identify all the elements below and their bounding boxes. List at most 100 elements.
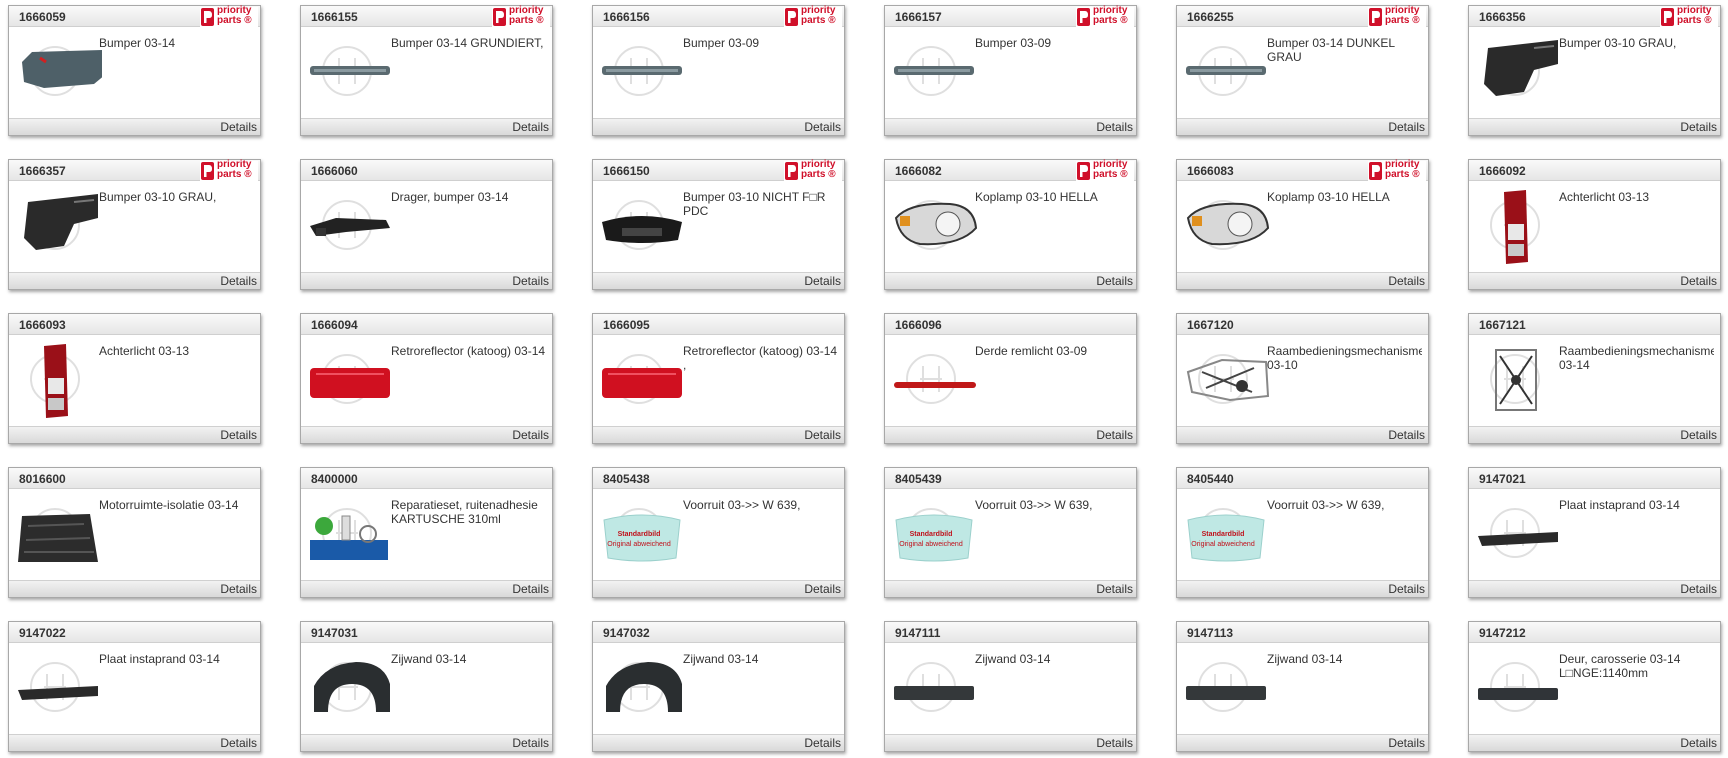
article-number[interactable]: 1666096 — [895, 318, 942, 332]
details-link[interactable]: Details — [1096, 120, 1133, 134]
details-link[interactable]: Details — [220, 274, 257, 288]
article-number[interactable]: 9147212 — [1479, 626, 1526, 640]
article-number[interactable]: 1666255 — [1187, 10, 1234, 24]
product-card[interactable]: 1666150 priority parts ® Bumper 03-10 NICH… — [592, 159, 845, 290]
product-image[interactable] — [598, 188, 682, 262]
product-image[interactable] — [890, 650, 974, 724]
product-card[interactable]: 1666093 Achterlicht 03-13 Details — [8, 313, 261, 444]
details-link[interactable]: Details — [512, 428, 549, 442]
article-number[interactable]: 1666356 — [1479, 10, 1526, 24]
product-image[interactable] — [1182, 34, 1266, 108]
article-number[interactable]: 1666060 — [311, 164, 358, 178]
product-card[interactable]: 9147111 Zijwand 03-14 Details — [884, 621, 1137, 752]
product-image[interactable]: Standardbild Original abweichend — [1182, 496, 1265, 570]
product-card[interactable]: 9147031 Zijwand 03-14 Details — [300, 621, 553, 752]
product-image[interactable] — [1182, 342, 1270, 416]
article-number[interactable]: 1666156 — [603, 10, 650, 24]
article-number[interactable]: 9147031 — [311, 626, 358, 640]
product-image[interactable] — [1474, 34, 1558, 108]
product-image[interactable] — [1182, 650, 1266, 724]
product-image[interactable] — [598, 342, 682, 416]
product-card[interactable]: 1667121 Raambedieningsmechanisme 03-14 Det… — [1468, 313, 1721, 444]
details-link[interactable]: Details — [1388, 274, 1425, 288]
details-link[interactable]: Details — [512, 736, 549, 750]
product-card[interactable]: 9147032 Zijwand 03-14 Details — [592, 621, 845, 752]
details-link[interactable]: Details — [1096, 736, 1133, 750]
product-card[interactable]: 8405440 Standardbild Original abweichend Vo… — [1176, 467, 1429, 598]
product-image[interactable] — [598, 650, 682, 724]
article-number[interactable]: 8016600 — [19, 472, 66, 486]
details-link[interactable]: Details — [512, 582, 549, 596]
details-link[interactable]: Details — [1388, 736, 1425, 750]
details-link[interactable]: Details — [220, 736, 257, 750]
article-number[interactable]: 8405440 — [1187, 472, 1234, 486]
details-link[interactable]: Details — [1388, 120, 1425, 134]
product-card[interactable]: 8405439 Standardbild Original abweichend Vo… — [884, 467, 1137, 598]
details-link[interactable]: Details — [1096, 428, 1133, 442]
product-card[interactable]: 1666255 priority parts ® Bumper 03-14 DUNK… — [1176, 5, 1429, 136]
product-card[interactable]: 8016600 Motorruimte-isolatie 03-14 Details — [8, 467, 261, 598]
article-number[interactable]: 8400000 — [311, 472, 358, 486]
article-number[interactable]: 8405439 — [895, 472, 942, 486]
product-card[interactable]: 1666095 Retroreflector (katoog) 03-14 , De… — [592, 313, 845, 444]
product-card[interactable]: 1666157 priority parts ® Bumper 03-09 Detai… — [884, 5, 1137, 136]
product-card[interactable]: 1666082 priority parts ® Koplamp 03-10 HEL… — [884, 159, 1137, 290]
product-image[interactable]: Standardbild Original abweichend — [890, 496, 973, 570]
product-card[interactable]: 9147022 Plaat instaprand 03-14 Details — [8, 621, 261, 752]
product-image[interactable] — [306, 496, 388, 570]
product-image[interactable] — [306, 342, 390, 416]
article-number[interactable]: 1666157 — [895, 10, 942, 24]
product-image[interactable] — [890, 34, 974, 108]
product-image[interactable] — [306, 188, 390, 262]
product-image[interactable] — [1182, 188, 1270, 262]
article-number[interactable]: 1666093 — [19, 318, 66, 332]
product-image[interactable] — [598, 34, 682, 108]
article-number[interactable]: 1666150 — [603, 164, 650, 178]
product-image[interactable] — [1474, 342, 1556, 416]
product-card[interactable]: 1666096 Derde remlicht 03-09 Details — [884, 313, 1137, 444]
details-link[interactable]: Details — [804, 582, 841, 596]
details-link[interactable]: Details — [804, 736, 841, 750]
product-image[interactable]: Standardbild Original abweichend — [598, 496, 681, 570]
product-image[interactable] — [890, 342, 976, 416]
article-number[interactable]: 9147113 — [1187, 626, 1233, 640]
details-link[interactable]: Details — [512, 274, 549, 288]
details-link[interactable]: Details — [1680, 274, 1717, 288]
product-image[interactable] — [1474, 188, 1556, 264]
product-card[interactable]: 1667120 Raambedieningsmechanisme 03-10 Det… — [1176, 313, 1429, 444]
product-card[interactable]: 8405438 Standardbild Original abweichend Vo… — [592, 467, 845, 598]
article-number[interactable]: 1666095 — [603, 318, 650, 332]
article-number[interactable]: 9147021 — [1479, 472, 1526, 486]
product-card[interactable]: 9147212 Deur, carosserie 03-14 L□NGE:1140… — [1468, 621, 1721, 752]
product-image[interactable] — [890, 188, 978, 262]
details-link[interactable]: Details — [1680, 120, 1717, 134]
details-link[interactable]: Details — [1680, 582, 1717, 596]
details-link[interactable]: Details — [220, 582, 257, 596]
product-card[interactable]: 1666155 priority parts ® Bumper 03-14 GRUN… — [300, 5, 553, 136]
article-number[interactable]: 1667121 — [1479, 318, 1526, 332]
product-image[interactable] — [14, 188, 98, 262]
product-image[interactable] — [306, 34, 390, 108]
details-link[interactable]: Details — [1680, 428, 1717, 442]
product-card[interactable]: 8400000 Reparatieset, ruitenadhesie KARTU… — [300, 467, 553, 598]
article-number[interactable]: 1666357 — [19, 164, 66, 178]
details-link[interactable]: Details — [804, 274, 841, 288]
article-number[interactable]: 1666082 — [895, 164, 942, 178]
article-number[interactable]: 1666059 — [19, 10, 66, 24]
details-link[interactable]: Details — [1096, 274, 1133, 288]
product-card[interactable]: 1666092 Achterlicht 03-13 Details — [1468, 159, 1721, 290]
product-image[interactable] — [1474, 496, 1558, 570]
product-card[interactable]: 1666094 Retroreflector (katoog) 03-14 Deta… — [300, 313, 553, 444]
article-number[interactable]: 8405438 — [603, 472, 650, 486]
details-link[interactable]: Details — [1388, 428, 1425, 442]
product-card[interactable]: 1666357 priority parts ® Bumper 03-10 GRAU… — [8, 159, 261, 290]
article-number[interactable]: 9147032 — [603, 626, 650, 640]
article-number[interactable]: 9147111 — [895, 626, 940, 640]
product-card[interactable]: 1666356 priority parts ® Bumper 03-10 GRAU… — [1468, 5, 1721, 136]
product-image[interactable] — [1474, 650, 1558, 724]
product-card[interactable]: 1666156 priority parts ® Bumper 03-09 Detai… — [592, 5, 845, 136]
article-number[interactable]: 1666083 — [1187, 164, 1234, 178]
product-card[interactable]: 1666083 priority parts ® Koplamp 03-10 HEL… — [1176, 159, 1429, 290]
details-link[interactable]: Details — [1096, 582, 1133, 596]
details-link[interactable]: Details — [512, 120, 549, 134]
